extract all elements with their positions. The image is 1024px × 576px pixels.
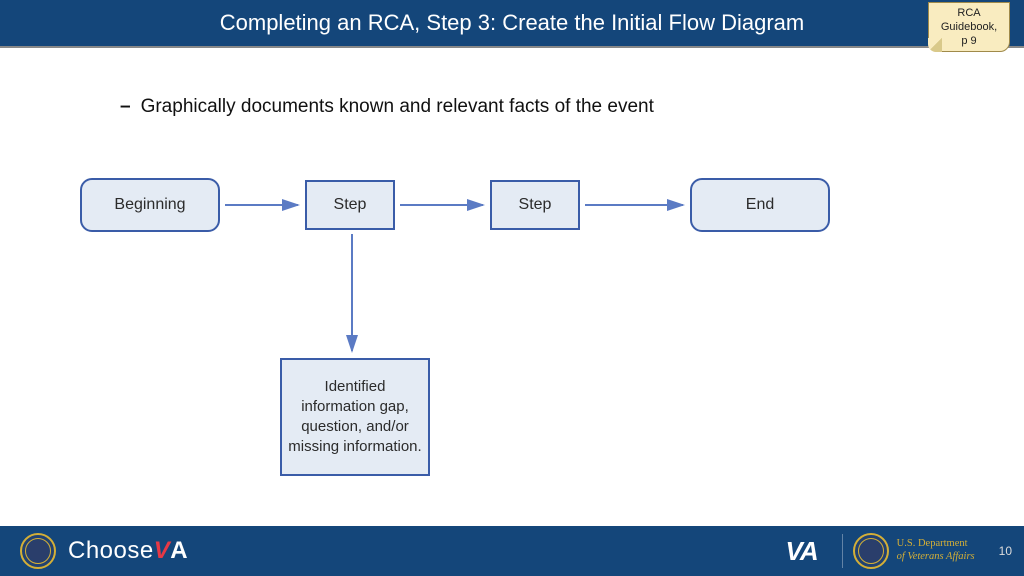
dept-line: U.S. Department (897, 538, 975, 551)
bullet-text: Graphically documents known and relevant… (141, 96, 654, 118)
slide-title: Completing an RCA, Step 3: Create the In… (220, 10, 804, 36)
reference-note: RCA Guidebook, p 9 (928, 2, 1010, 52)
flow-node-step: Step (305, 180, 395, 230)
node-label: End (746, 196, 774, 214)
va-wordmark: VA (785, 536, 817, 567)
note-line: Guidebook, (929, 21, 1009, 35)
flow-node-beginning: Beginning (80, 178, 220, 232)
va-seal-icon (20, 533, 56, 569)
slide-footer: ChooseVA VA U.S. Department of Veterans … (0, 526, 1024, 576)
node-label: Identified information gap, question, an… (288, 377, 422, 458)
bullet-dash: – (120, 96, 131, 118)
page-number: 10 (999, 544, 1012, 558)
slide-header: Completing an RCA, Step 3: Create the In… (0, 0, 1024, 48)
content-area: – Graphically documents known and releva… (0, 48, 1024, 488)
logo-text: Choose (68, 537, 154, 564)
logo-v: V (154, 537, 171, 564)
dept-line: of Veterans Affairs (897, 551, 975, 564)
bullet-item: – Graphically documents known and releva… (120, 96, 1024, 118)
flow-node-step: Step (490, 180, 580, 230)
flow-node-end: End (690, 178, 830, 232)
va-seal-icon (853, 533, 889, 569)
note-line: p 9 (929, 35, 1009, 49)
node-label: Beginning (114, 196, 185, 214)
footer-separator (842, 534, 843, 568)
node-label: Step (519, 196, 552, 214)
node-label: Step (334, 196, 367, 214)
choose-va-logo: ChooseVA (68, 537, 188, 565)
flow-node-gap: Identified information gap, question, an… (280, 358, 430, 476)
department-label: U.S. Department of Veterans Affairs (897, 538, 975, 563)
logo-a: A (170, 537, 188, 564)
flow-diagram: Beginning Step Step End Identified infor… (80, 168, 920, 488)
note-line: RCA (929, 7, 1009, 21)
